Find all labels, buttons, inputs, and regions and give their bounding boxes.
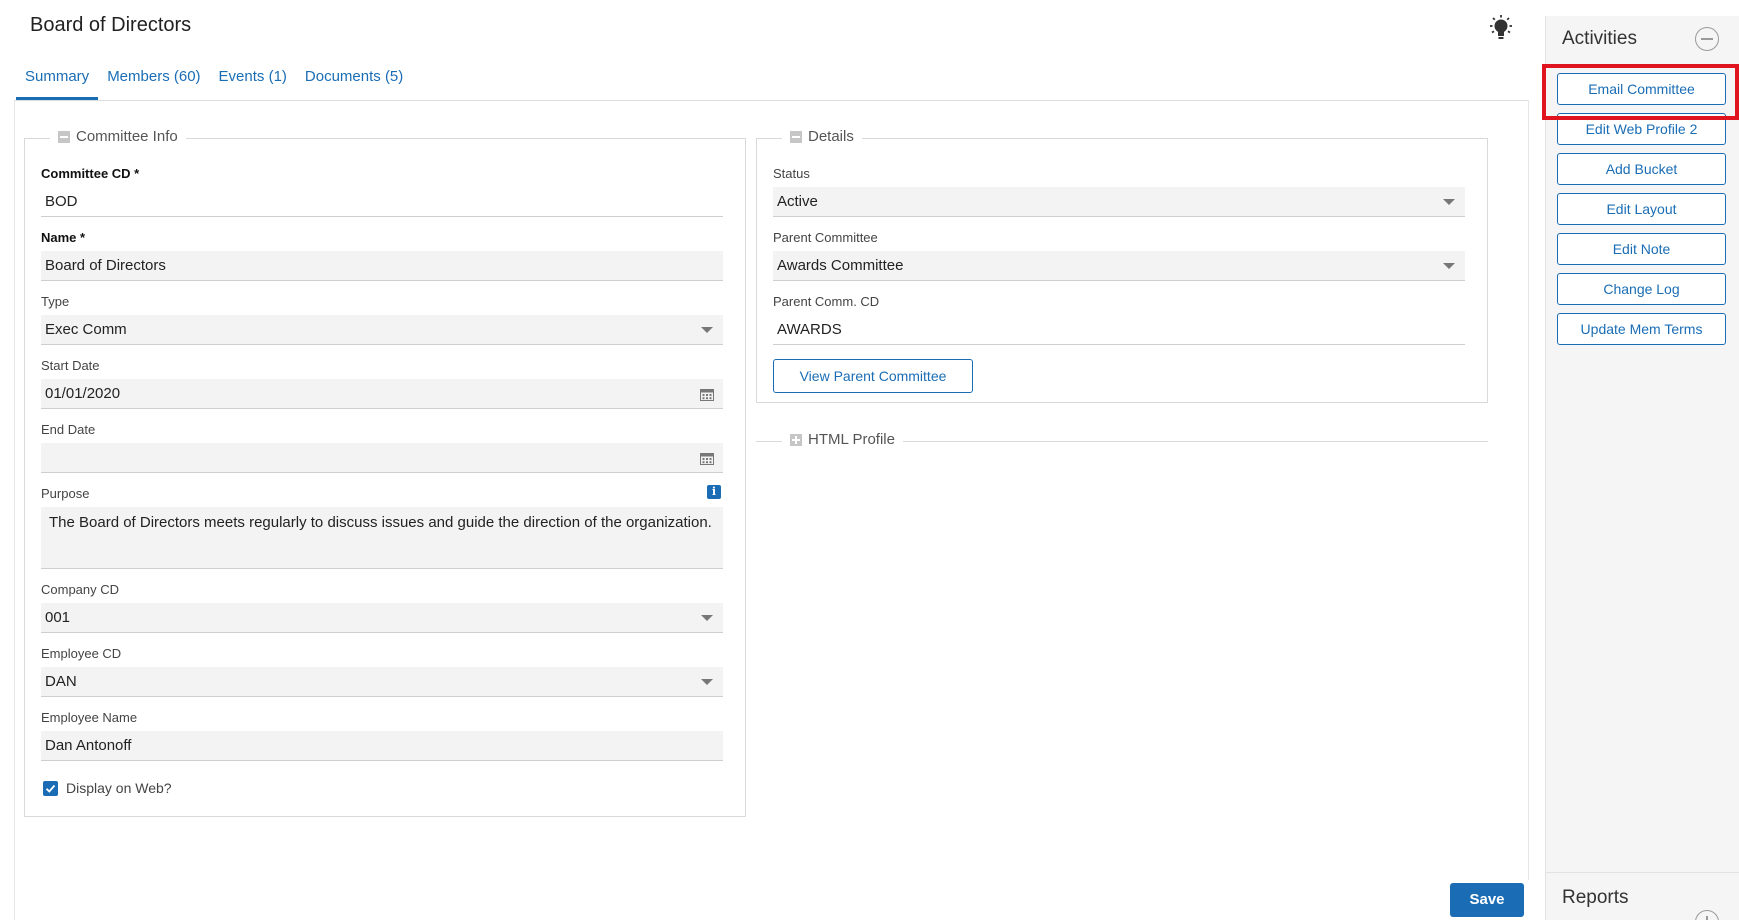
status-label: Status (773, 166, 810, 181)
parent-committee-select[interactable]: Awards Committee (773, 251, 1465, 281)
purpose-label: Purpose (41, 486, 90, 501)
html-profile-legend[interactable]: HTML Profile (782, 431, 903, 448)
parent-comm-cd-label: Parent Comm. CD (773, 294, 880, 309)
html-profile-title: HTML Profile (808, 431, 895, 448)
collapse-icon[interactable] (58, 130, 70, 143)
start-date-input[interactable]: 01/01/2020 (41, 379, 723, 409)
company-cd-select[interactable]: 001 (41, 603, 723, 633)
parent-committee-value: Awards Committee (773, 251, 1465, 281)
name-field[interactable]: Board of Directors (41, 251, 723, 281)
chevron-down-icon (701, 679, 713, 685)
committee-info-title: Committee Info (76, 128, 178, 145)
edit-note-button[interactable]: Edit Note (1557, 233, 1726, 265)
panel-border-left (14, 100, 15, 920)
status-value: Active (773, 187, 1465, 217)
calendar-icon[interactable] (700, 388, 714, 401)
tab-events[interactable]: Events (1) (210, 62, 296, 100)
tab-summary[interactable]: Summary (16, 62, 99, 100)
check-icon (45, 784, 56, 793)
end-date-input[interactable] (41, 443, 723, 473)
display-on-web-row[interactable]: Display on Web? (43, 780, 172, 796)
collapse-icon[interactable] (790, 130, 802, 143)
employee-cd-value: DAN (41, 667, 723, 697)
employee-cd-select[interactable]: DAN (41, 667, 723, 697)
collapse-activities-icon[interactable] (1695, 27, 1719, 51)
save-button[interactable]: Save (1450, 883, 1524, 917)
lightbulb-icon[interactable] (1486, 14, 1516, 44)
tab-bar: Summary Members (60) Events (1) Document… (16, 62, 412, 100)
chevron-down-icon (701, 327, 713, 333)
committee-info-legend[interactable]: Committee Info (50, 128, 186, 145)
expand-icon[interactable] (790, 433, 802, 446)
reports-divider (1546, 872, 1739, 873)
parent-comm-cd-field[interactable]: AWARDS (773, 315, 1465, 345)
start-date-label: Start Date (41, 358, 100, 373)
page-title: Board of Directors (30, 14, 192, 36)
name-label: Name * (41, 230, 86, 245)
info-icon[interactable]: i (707, 485, 721, 499)
employee-cd-label: Employee CD (41, 646, 122, 661)
tab-divider (14, 100, 1529, 101)
end-date-value (41, 443, 723, 473)
details-title: Details (808, 128, 854, 145)
type-value: Exec Comm (41, 315, 723, 345)
company-cd-value: 001 (41, 603, 723, 633)
employee-name-field[interactable]: Dan Antonoff (41, 731, 723, 761)
highlight-box (1542, 64, 1739, 120)
add-bucket-button[interactable]: Add Bucket (1557, 153, 1726, 185)
change-log-button[interactable]: Change Log (1557, 273, 1726, 305)
committee-cd-field[interactable]: BOD (41, 187, 723, 217)
edit-layout-button[interactable]: Edit Layout (1557, 193, 1726, 225)
committee-cd-label: Committee CD * (41, 166, 140, 181)
type-select[interactable]: Exec Comm (41, 315, 723, 345)
tab-members[interactable]: Members (60) (98, 62, 209, 100)
update-mem-terms-button[interactable]: Update Mem Terms (1557, 313, 1726, 345)
tab-documents[interactable]: Documents (5) (296, 62, 412, 100)
start-date-value: 01/01/2020 (41, 379, 723, 409)
chevron-down-icon (1443, 199, 1455, 205)
activities-sidebar (1545, 16, 1739, 920)
chevron-down-icon (701, 615, 713, 621)
display-on-web-checkbox[interactable] (43, 780, 58, 796)
display-on-web-label: Display on Web? (66, 780, 172, 796)
end-date-label: End Date (41, 422, 96, 437)
activities-title: Activities (1562, 28, 1637, 49)
panel-border-right (1528, 100, 1529, 880)
details-legend[interactable]: Details (782, 128, 862, 145)
chevron-down-icon (1443, 263, 1455, 269)
purpose-textarea[interactable]: The Board of Directors meets regularly t… (41, 507, 723, 569)
employee-name-label: Employee Name (41, 710, 138, 725)
calendar-icon[interactable] (700, 452, 714, 465)
status-select[interactable]: Active (773, 187, 1465, 217)
parent-committee-label: Parent Committee (773, 230, 878, 245)
view-parent-committee-button[interactable]: View Parent Committee (773, 359, 973, 393)
company-cd-label: Company CD (41, 582, 120, 597)
reports-title: Reports (1562, 887, 1629, 908)
type-label: Type (41, 294, 70, 309)
